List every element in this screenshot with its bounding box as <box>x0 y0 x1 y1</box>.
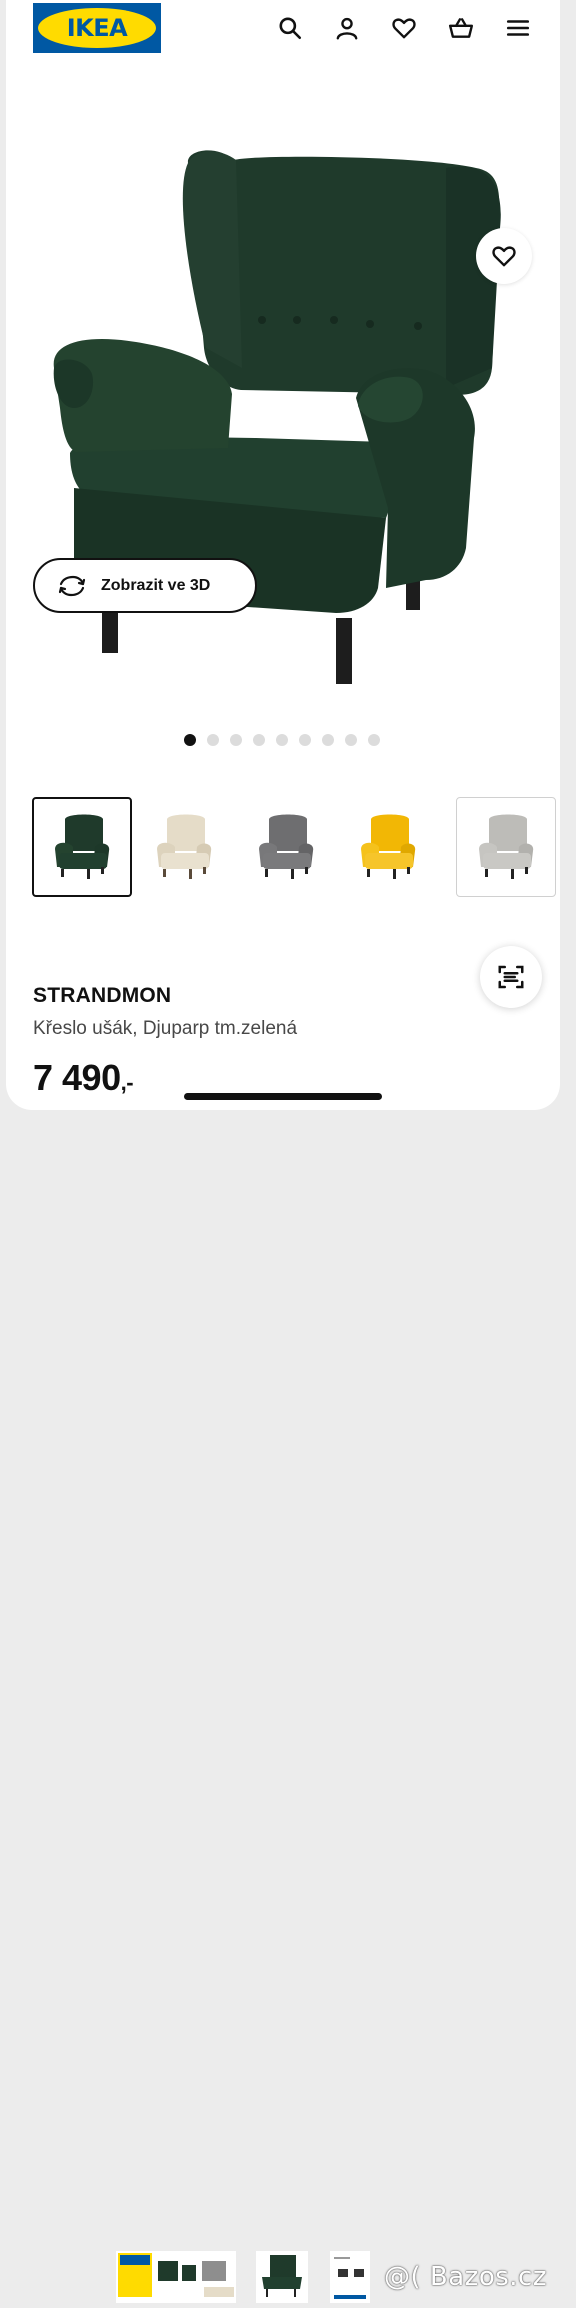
heart-icon[interactable] <box>388 12 420 44</box>
listing-thumbnail[interactable] <box>330 2251 370 2303</box>
variant-thumbnail-grey[interactable] <box>236 797 336 897</box>
carousel-dot[interactable] <box>207 734 219 746</box>
thumbnail-image <box>118 2253 234 2297</box>
listing-thumbnail-strip: @( Bazos.cz <box>0 1110 576 2303</box>
ikea-logo[interactable]: IKEA <box>33 3 161 53</box>
product-name: STRANDMON <box>33 984 172 1007</box>
heart-icon <box>492 246 516 267</box>
product-description: Křeslo ušák, Djuparp tm.zelená <box>33 1018 298 1039</box>
carousel-dot[interactable] <box>368 734 380 746</box>
chair-leg <box>102 608 118 653</box>
price-value: 7 490 <box>33 1057 121 1098</box>
carousel-pagination <box>184 734 380 746</box>
basket-icon[interactable] <box>445 12 477 44</box>
view-3d-label: Zobrazit ve 3D <box>101 576 211 594</box>
view-3d-button[interactable]: Zobrazit ve 3D <box>33 558 257 613</box>
listing-thumbnail[interactable] <box>256 2251 308 2303</box>
carousel-dot[interactable] <box>276 734 288 746</box>
chair-wing-left <box>182 151 242 368</box>
variant-thumbnail-yellow[interactable] <box>338 797 438 897</box>
product-image <box>53 150 501 684</box>
product-card: IKEA Zobrazit ve 3D STRANDMON Křeslo ušá… <box>6 0 560 1110</box>
chair-leg <box>336 618 352 684</box>
logo-text: IKEA <box>66 14 128 42</box>
product-price: 7 490,- <box>33 1057 134 1099</box>
scan-icon <box>498 965 524 989</box>
menu-icon[interactable] <box>502 12 534 44</box>
carousel-dot[interactable] <box>322 734 334 746</box>
chair-thumbnail <box>55 814 110 879</box>
product-image-carousel[interactable]: Zobrazit ve 3D <box>6 68 560 728</box>
variant-thumbnail-light-grey[interactable] <box>456 797 556 897</box>
carousel-dot[interactable] <box>184 734 196 746</box>
carousel-dot[interactable] <box>230 734 242 746</box>
chair-thumbnail <box>479 814 534 879</box>
price-suffix: ,- <box>120 1070 134 1095</box>
variant-thumbnail-green[interactable] <box>32 797 132 897</box>
carousel-dot[interactable] <box>253 734 265 746</box>
rotate-3d-icon <box>58 575 86 596</box>
chair-thumbnail <box>157 814 212 879</box>
bazos-watermark: @( Bazos.cz <box>384 2262 547 2292</box>
variant-thumbnail-beige[interactable] <box>134 797 234 897</box>
search-icon[interactable] <box>274 12 306 44</box>
top-nav: IKEA <box>6 0 560 66</box>
visual-search-button[interactable] <box>480 946 542 1008</box>
carousel-dot[interactable] <box>299 734 311 746</box>
chair-thumbnail <box>259 814 314 879</box>
logo-oval: IKEA <box>38 8 156 48</box>
home-indicator <box>184 1093 382 1100</box>
thumbnail-image <box>334 2257 366 2299</box>
save-favourite-button[interactable] <box>476 228 532 284</box>
listing-thumbnail[interactable] <box>116 2251 236 2303</box>
account-icon[interactable] <box>331 12 363 44</box>
chair-thumbnail <box>361 814 416 879</box>
thumbnail-image <box>262 2255 302 2297</box>
carousel-dot[interactable] <box>345 734 357 746</box>
